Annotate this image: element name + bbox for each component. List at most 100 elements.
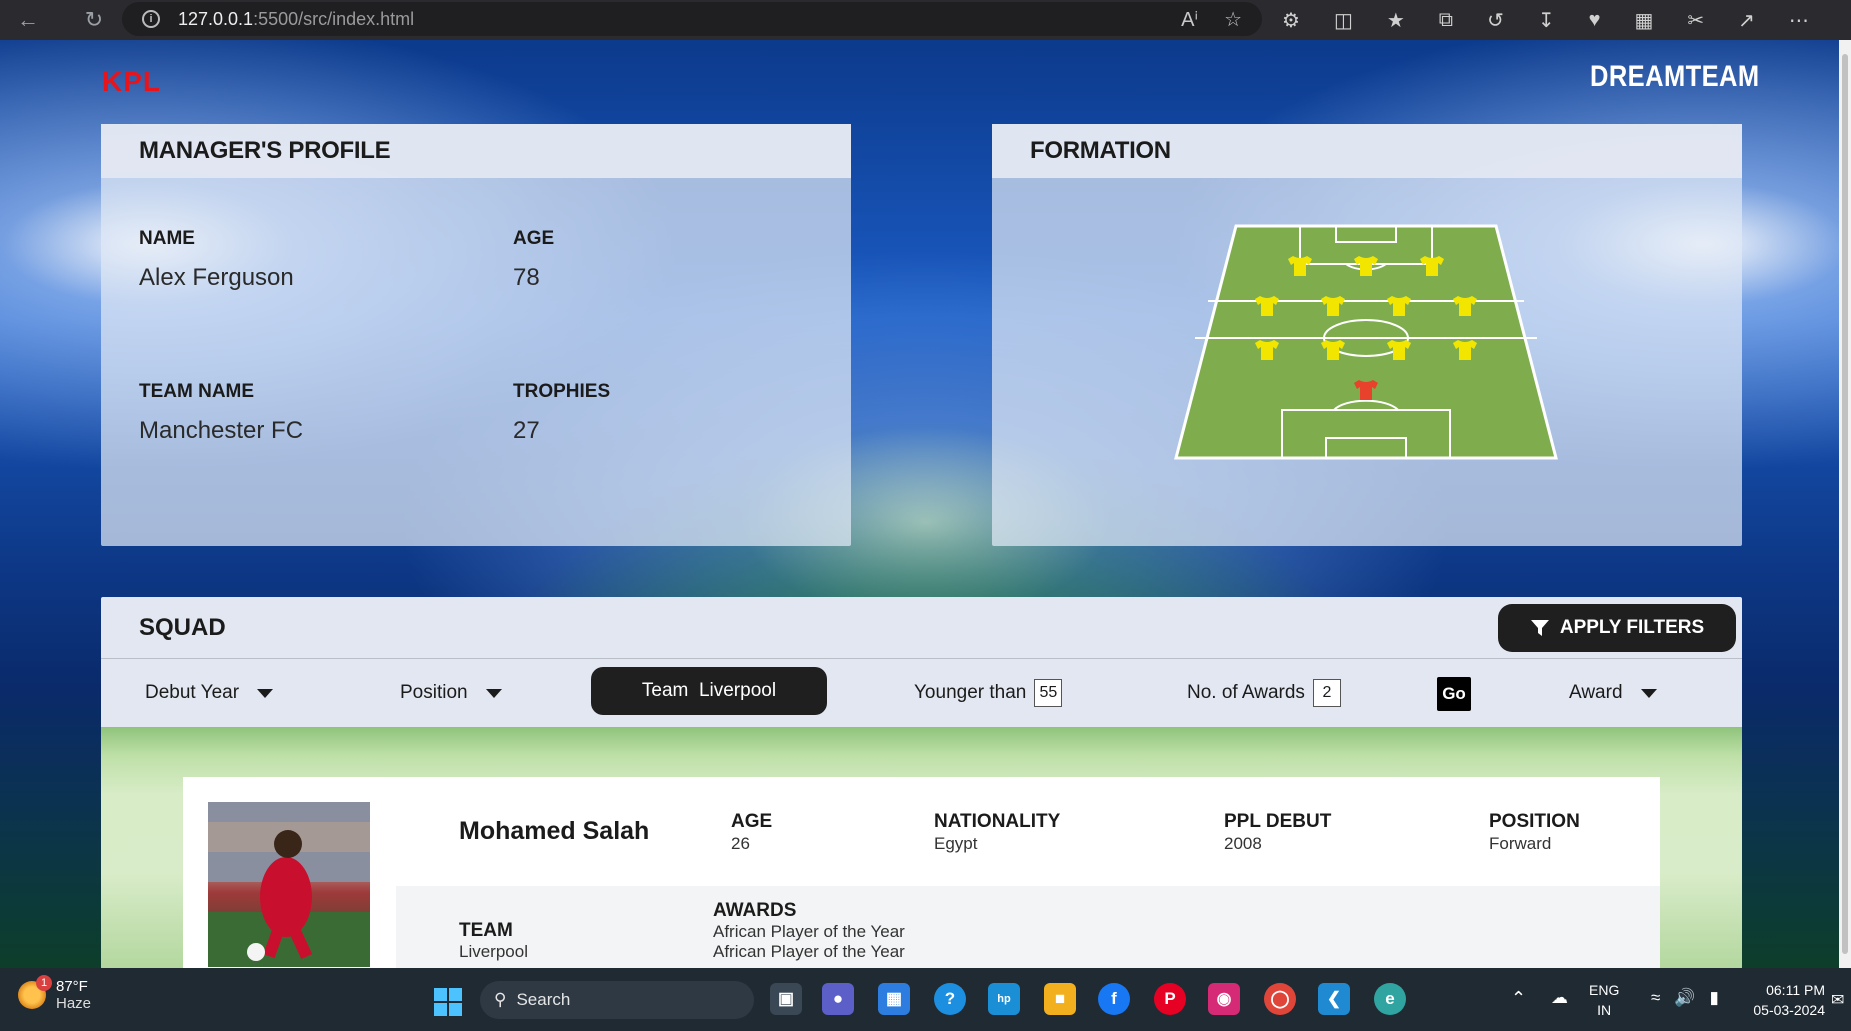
awards-count-input[interactable]: 2 bbox=[1312, 679, 1341, 707]
team-filter-prefix: Team bbox=[641, 680, 689, 701]
site-info-icon[interactable]: i bbox=[142, 10, 160, 28]
volume-icon: 🔊 bbox=[1674, 988, 1696, 1007]
downloads-icon[interactable]: ↧ bbox=[1538, 8, 1555, 33]
photo-player-head bbox=[274, 830, 302, 858]
split-screen-icon[interactable]: ◫ bbox=[1334, 8, 1353, 33]
facebook-icon[interactable]: f bbox=[1098, 983, 1130, 1015]
page-scrollbar[interactable] bbox=[1839, 40, 1851, 968]
position-dropdown[interactable]: Position bbox=[400, 659, 502, 727]
player-name: Mohamed Salah bbox=[459, 817, 650, 845]
player-award-item: African Player of the Year bbox=[713, 922, 905, 941]
player-debut-value: 2008 bbox=[1224, 834, 1262, 853]
read-aloud-icon[interactable]: Aⁱ bbox=[1181, 7, 1198, 32]
position-label: Position bbox=[400, 682, 468, 703]
filter-icon bbox=[1530, 620, 1549, 636]
myhp-icon[interactable]: hp bbox=[988, 983, 1020, 1015]
team-name-value: Manchester FC bbox=[139, 417, 304, 444]
taskbar-search[interactable]: ⚲ Search bbox=[480, 981, 754, 1019]
chrome-icon[interactable]: ◯ bbox=[1264, 983, 1296, 1015]
windows-start-icon[interactable] bbox=[434, 988, 462, 1016]
favorites-icon[interactable]: ★ bbox=[1387, 8, 1405, 33]
notification-bell-icon[interactable]: ✉ bbox=[1831, 990, 1844, 1010]
extensions-icon[interactable]: ⚙ bbox=[1282, 8, 1300, 33]
clock-date: 05-03-2024 bbox=[1753, 1002, 1825, 1018]
favorite-star-icon[interactable]: ☆ bbox=[1224, 7, 1242, 32]
manager-profile-card: MANAGER'S PROFILE NAME Alex Ferguson AGE… bbox=[101, 124, 851, 546]
photo-player-body bbox=[260, 857, 312, 937]
weather-widget[interactable]: 1 87°F Haze bbox=[18, 975, 91, 1012]
younger-than-label: Younger than bbox=[914, 682, 1027, 703]
more-icon[interactable]: ⋯ bbox=[1789, 8, 1809, 33]
younger-than-filter: Younger than 55 bbox=[914, 659, 1063, 727]
edge-icon[interactable]: e bbox=[1374, 983, 1406, 1015]
lang-line1: ENG bbox=[1589, 982, 1620, 998]
collections-icon[interactable]: ⧉ bbox=[1439, 9, 1453, 32]
player-debut-label: PPL DEBUT bbox=[1224, 811, 1332, 832]
chevron-down-icon bbox=[485, 688, 502, 698]
younger-than-input[interactable]: 55 bbox=[1034, 679, 1063, 707]
address-bar[interactable]: i 127.0.0.1:5500/src/index.html Aⁱ ☆ bbox=[122, 2, 1262, 36]
onedrive-icon[interactable]: ☁ bbox=[1551, 988, 1568, 1008]
chevron-down-icon bbox=[1640, 688, 1657, 698]
windows-taskbar: 1 87°F Haze ⚲ Search ▣ ● ▦ ? hp ■ f P ◉ … bbox=[0, 968, 1851, 1031]
player-photo-art bbox=[208, 802, 370, 967]
file-explorer-icon[interactable]: ■ bbox=[1044, 983, 1076, 1015]
player-age-value: 26 bbox=[731, 834, 750, 853]
search-icon: ⚲ bbox=[494, 990, 507, 1009]
weather-badge: 1 bbox=[36, 975, 52, 991]
clock[interactable]: 06:11 PM 05-03-2024 bbox=[1735, 980, 1825, 1020]
trophies-label: TROPHIES bbox=[513, 381, 611, 402]
store-icon[interactable]: ▦ bbox=[878, 983, 910, 1015]
battery-icon: ▮ bbox=[1709, 988, 1719, 1007]
age-label: AGE bbox=[513, 228, 555, 249]
name-value: Alex Ferguson bbox=[139, 264, 294, 291]
player-details-row: TEAM Liverpool AWARDS African Player of … bbox=[396, 886, 1660, 968]
quick-settings[interactable]: ≈ 🔊 ▮ bbox=[1651, 988, 1719, 1008]
photo-ball bbox=[247, 943, 265, 961]
refresh-icon[interactable]: ↻ bbox=[76, 2, 112, 38]
weather-sun-icon: 1 bbox=[18, 975, 52, 1009]
apps-icon[interactable]: ▦ bbox=[1634, 8, 1653, 33]
search-placeholder: Search bbox=[516, 990, 571, 1009]
squad-list: Mohamed Salah AGE 26 NATIONALITY Egypt P… bbox=[101, 727, 1742, 968]
player-card[interactable]: Mohamed Salah AGE 26 NATIONALITY Egypt P… bbox=[183, 777, 1660, 968]
player-team-label: TEAM bbox=[459, 920, 513, 941]
player-team-value: Liverpool bbox=[459, 942, 528, 961]
squad-header: SQUAD APPLY FILTERS bbox=[101, 597, 1742, 659]
url-host: 127.0.0.1 bbox=[178, 8, 254, 29]
player-nationality-label: NATIONALITY bbox=[934, 811, 1061, 832]
team-filter-value: Liverpool bbox=[698, 680, 777, 701]
teams-chat-icon[interactable]: ● bbox=[822, 983, 854, 1015]
debut-year-dropdown[interactable]: Debut Year bbox=[145, 659, 274, 727]
go-button[interactable]: Go bbox=[1437, 677, 1471, 711]
scrollbar-thumb[interactable] bbox=[1842, 54, 1848, 954]
squad-title: SQUAD bbox=[139, 613, 226, 641]
back-icon[interactable]: ← bbox=[10, 2, 46, 38]
language-indicator[interactable]: ENG IN bbox=[1589, 980, 1619, 1020]
award-dropdown[interactable]: Award bbox=[1569, 659, 1657, 727]
apply-filters-label: APPLY FILTERS bbox=[1559, 617, 1705, 638]
screenshot-icon[interactable]: ✂ bbox=[1687, 8, 1704, 33]
team-filter-button[interactable]: Team Liverpool bbox=[591, 667, 827, 715]
share-icon[interactable]: ↗ bbox=[1738, 8, 1755, 33]
name-label: NAME bbox=[139, 228, 195, 249]
formation-pitch bbox=[1174, 224, 1558, 460]
award-label: Award bbox=[1569, 682, 1623, 703]
pinterest-icon[interactable]: P bbox=[1154, 983, 1186, 1015]
profile-title: MANAGER'S PROFILE bbox=[101, 124, 851, 178]
vscode-icon[interactable]: ❮ bbox=[1318, 983, 1350, 1015]
chevron-up-icon[interactable]: ⌃ bbox=[1511, 988, 1526, 1009]
brand-logo[interactable]: KPL bbox=[102, 66, 161, 98]
browser-toolbar: ← ↻ i 127.0.0.1:5500/src/index.html Aⁱ ☆… bbox=[0, 0, 1851, 40]
help-icon[interactable]: ? bbox=[934, 983, 966, 1015]
task-view-icon[interactable]: ▣ bbox=[770, 983, 802, 1015]
instagram-icon[interactable]: ◉ bbox=[1208, 983, 1240, 1015]
page-content: KPL DREAMTEAM MANAGER'S PROFILE NAME Ale… bbox=[0, 40, 1851, 968]
apply-filters-button[interactable]: APPLY FILTERS bbox=[1498, 604, 1736, 652]
player-award-item: African Player of the Year bbox=[713, 942, 905, 961]
url-path: :5500/src/index.html bbox=[253, 8, 415, 29]
history-icon[interactable]: ↺ bbox=[1487, 8, 1504, 33]
clock-time: 06:11 PM bbox=[1766, 982, 1825, 998]
dreamteam-link[interactable]: DREAMTEAM bbox=[1590, 60, 1760, 94]
health-icon[interactable]: ♥ bbox=[1589, 9, 1601, 32]
